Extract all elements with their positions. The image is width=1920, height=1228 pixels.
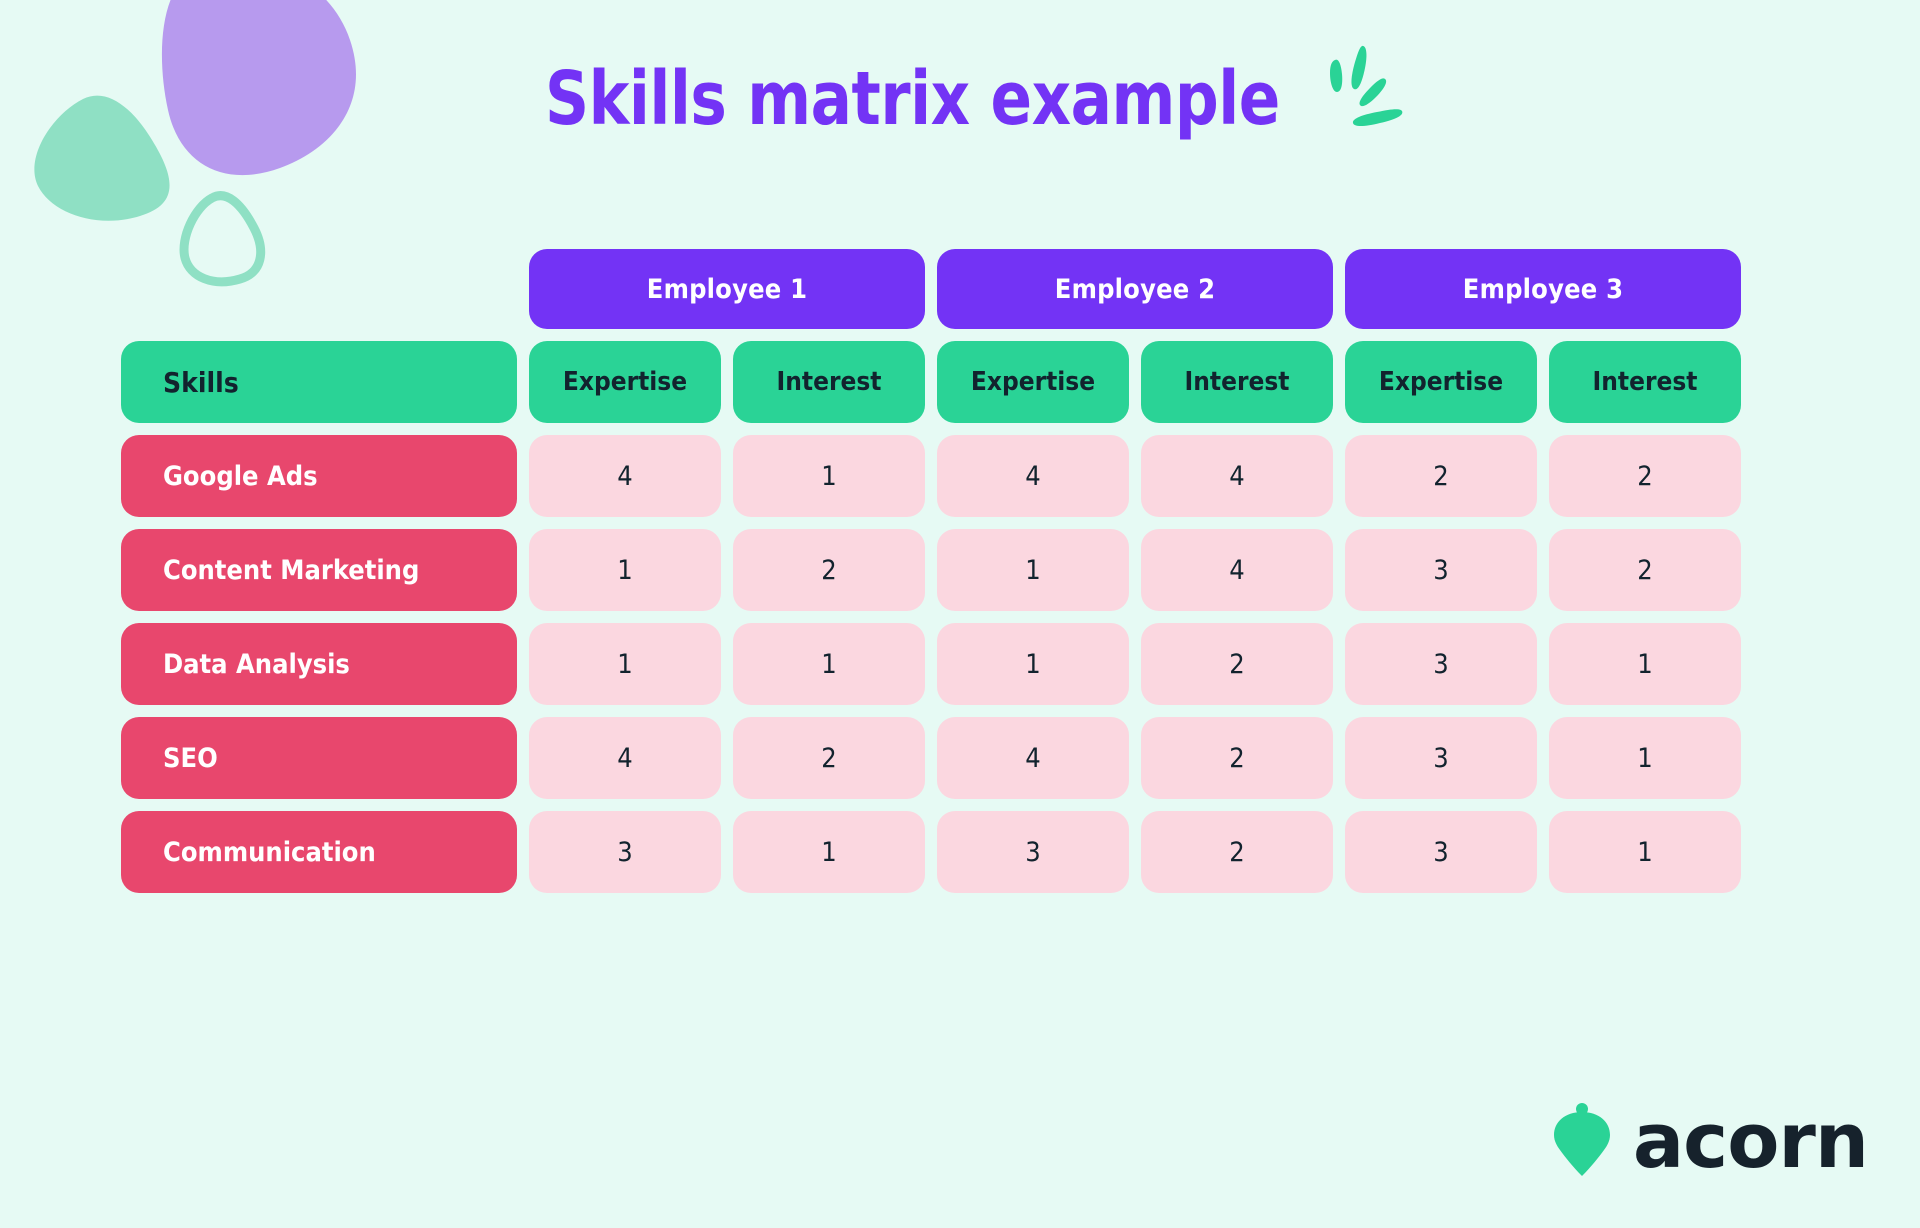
cell-value: 3 (937, 811, 1129, 893)
table-row: Communication 3 1 3 2 3 1 (121, 811, 1741, 893)
cell-value: 2 (733, 529, 925, 611)
skills-matrix-table: Employee 1 Employee 2 Employee 3 Skills … (121, 249, 1741, 893)
acorn-icon (1553, 1103, 1610, 1176)
table-row: Data Analysis 1 1 1 2 3 1 (121, 623, 1741, 705)
skill-label: Communication (121, 811, 517, 893)
sub-header-emp3-expertise: Expertise (1345, 341, 1537, 423)
cell-value: 4 (529, 717, 721, 799)
cell-value: 1 (733, 435, 925, 517)
skills-column-header: Skills (121, 341, 517, 423)
cell-value: 3 (1345, 529, 1537, 611)
sub-header-row: Skills Expertise Interest Expertise Inte… (121, 341, 1741, 423)
cell-value: 3 (1345, 717, 1537, 799)
sub-header-emp2-interest: Interest (1141, 341, 1333, 423)
page-title: Skills matrix example (544, 56, 1280, 142)
employee-header-2[interactable]: Employee 2 (937, 249, 1333, 329)
cell-value: 2 (1141, 811, 1333, 893)
cell-value: 4 (1141, 529, 1333, 611)
cell-value: 4 (1141, 435, 1333, 517)
employee-header-row: Employee 1 Employee 2 Employee 3 (121, 249, 1741, 329)
cell-value: 3 (529, 811, 721, 893)
sub-header-emp2-expertise: Expertise (937, 341, 1129, 423)
brand-logo: acorn (1551, 1096, 1869, 1185)
cell-value: 1 (937, 623, 1129, 705)
cell-value: 4 (529, 435, 721, 517)
cell-value: 2 (1345, 435, 1537, 517)
cell-value: 1 (1549, 717, 1741, 799)
sparkle-icon (1330, 45, 1403, 126)
sub-header-emp1-expertise: Expertise (529, 341, 721, 423)
cell-value: 1 (937, 529, 1129, 611)
cell-value: 1 (733, 811, 925, 893)
cell-value: 3 (1345, 811, 1537, 893)
skill-label: Google Ads (121, 435, 517, 517)
cell-value: 4 (937, 435, 1129, 517)
sub-header-emp1-interest: Interest (733, 341, 925, 423)
cell-value: 2 (1549, 435, 1741, 517)
brand-name: acorn (1632, 1096, 1869, 1185)
table-row: SEO 4 2 4 2 3 1 (121, 717, 1741, 799)
cell-value: 1 (529, 623, 721, 705)
cell-value: 1 (733, 623, 925, 705)
employee-header-1[interactable]: Employee 1 (529, 249, 925, 329)
cell-value: 2 (1141, 717, 1333, 799)
cell-value: 2 (1141, 623, 1333, 705)
cell-value: 1 (529, 529, 721, 611)
table-row: Content Marketing 1 2 1 4 3 2 (121, 529, 1741, 611)
corner-spacer (121, 249, 517, 329)
cell-value: 1 (1549, 623, 1741, 705)
skill-label: SEO (121, 717, 517, 799)
cell-value: 4 (937, 717, 1129, 799)
sub-header-emp3-interest: Interest (1549, 341, 1741, 423)
cell-value: 1 (1549, 811, 1741, 893)
cell-value: 2 (1549, 529, 1741, 611)
title-block: Skills matrix example (0, 45, 1920, 146)
cell-value: 3 (1345, 623, 1537, 705)
employee-header-3[interactable]: Employee 3 (1345, 249, 1741, 329)
cell-value: 2 (733, 717, 925, 799)
table-row: Google Ads 4 1 4 4 2 2 (121, 435, 1741, 517)
skill-label: Content Marketing (121, 529, 517, 611)
skill-label: Data Analysis (121, 623, 517, 705)
